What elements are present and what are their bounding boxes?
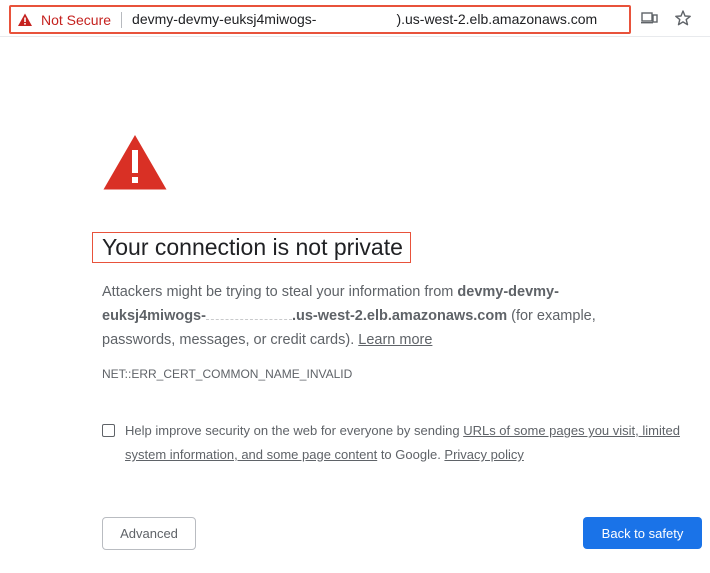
not-secure-label[interactable]: Not Secure bbox=[41, 12, 111, 28]
warning-triangle-icon bbox=[102, 133, 168, 191]
optin-text: Help improve security on the web for eve… bbox=[125, 419, 685, 467]
star-icon[interactable] bbox=[674, 9, 692, 27]
optin-text-middle: to Google. bbox=[377, 447, 445, 462]
security-optin: Help improve security on the web for eve… bbox=[102, 419, 692, 467]
omnibox-divider bbox=[121, 11, 123, 28]
page-title: Your connection is not private bbox=[92, 232, 411, 263]
privacy-policy-link[interactable]: Privacy policy bbox=[444, 447, 523, 462]
optin-text-before: Help improve security on the web for eve… bbox=[125, 423, 464, 438]
url-text[interactable]: devmy-devmy-euksj4miwogs- ).us-west-2.elb… bbox=[132, 11, 597, 27]
host-redacted-region bbox=[205, 309, 292, 320]
advanced-button[interactable]: Advanced bbox=[102, 517, 196, 550]
learn-more-link[interactable]: Learn more bbox=[358, 332, 432, 348]
address-bar-actions bbox=[640, 9, 692, 27]
explanation-prefix: Attackers might be trying to steal your … bbox=[102, 284, 458, 300]
warning-triangle-icon[interactable] bbox=[17, 12, 33, 28]
back-to-safety-button[interactable]: Back to safety bbox=[583, 517, 702, 549]
explanation-paragraph: Attackers might be trying to steal your … bbox=[102, 280, 662, 352]
url-suffix: ).us-west-2.elb.amazonaws.com bbox=[396, 11, 598, 28]
omnibox[interactable]: Not Secure devmy-devmy-euksj4miwogs- ).us… bbox=[9, 5, 631, 34]
host-name-part3: .us-west-2.elb.amazonaws.com bbox=[291, 308, 508, 324]
error-code: NET::ERR_CERT_COMMON_NAME_INVALID bbox=[102, 367, 353, 381]
host-name-part2: euksj4miwogs- bbox=[102, 308, 206, 324]
browser-address-bar: Not Secure devmy-devmy-euksj4miwogs- ).us… bbox=[0, 0, 710, 37]
install-app-icon[interactable] bbox=[640, 9, 658, 27]
url-redacted-region bbox=[316, 14, 396, 28]
host-name-part1: devmy-devmy- bbox=[457, 284, 559, 300]
optin-checkbox[interactable] bbox=[102, 424, 115, 437]
url-prefix: devmy-devmy-euksj4miwogs- bbox=[132, 11, 317, 28]
